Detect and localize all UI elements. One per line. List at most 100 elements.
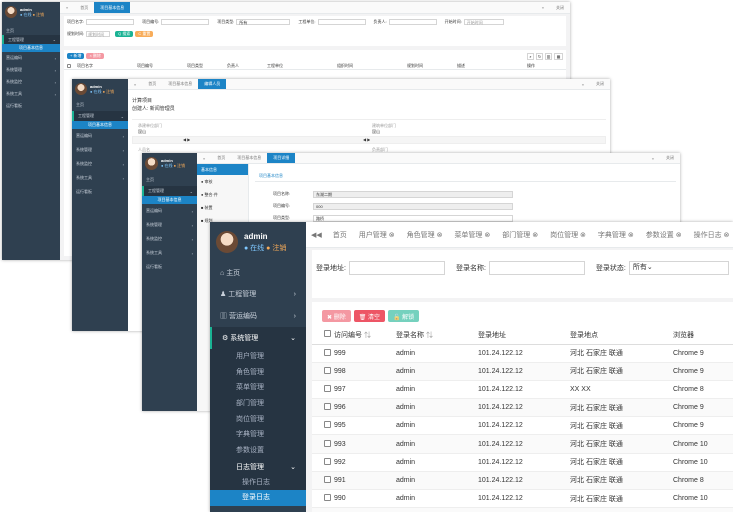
tab-prev-icon[interactable]: ◀◀ xyxy=(306,222,327,247)
menu-project[interactable]: ♟ 工程管理 › xyxy=(210,283,306,305)
logout-link[interactable]: ● 注销 xyxy=(103,89,115,94)
delete-button[interactable]: × 删除 xyxy=(86,53,104,59)
menu-system[interactable]: ⚙ 系统管理 ⌄ xyxy=(210,327,306,349)
table-row[interactable]: 989admin101.24.122.12河北 石家庄 联通Chrome 10 xyxy=(312,507,733,512)
name-input[interactable] xyxy=(86,19,135,25)
tab-dict[interactable]: 字典管理 ⊗ xyxy=(592,222,640,247)
menu-office[interactable]: 营运编码 › xyxy=(2,52,60,64)
submenu-oper-log[interactable]: 操作日志 xyxy=(210,475,306,491)
menu-monitor[interactable]: 系统监控 › xyxy=(142,232,197,246)
tab-menu[interactable]: 菜单管理 ⊗ xyxy=(448,222,496,247)
plan-time-input[interactable]: 规划时间 xyxy=(86,31,111,37)
logout-link[interactable]: ● 注销 xyxy=(33,12,45,17)
close-icon[interactable]: ⊗ xyxy=(628,231,634,239)
add-button[interactable]: + 新增 xyxy=(67,53,85,59)
row-checkbox[interactable] xyxy=(324,421,331,429)
tab-home[interactable]: 首页 xyxy=(327,222,353,247)
menu-office[interactable]: 营运编码 › xyxy=(72,129,128,143)
column-header[interactable]: 登录名称 ⇅ xyxy=(396,326,478,344)
submenu-menu[interactable]: 菜单管理 xyxy=(210,380,306,396)
close-icon[interactable]: ⊗ xyxy=(484,231,490,239)
menu-monitor[interactable]: 系统监控 › xyxy=(2,76,60,88)
logout-link[interactable]: ● 注销 xyxy=(174,163,186,168)
delete-button[interactable]: ✖ 删除 xyxy=(322,310,351,322)
columns-icon[interactable]: ▥ xyxy=(545,52,552,60)
menu-project-sub[interactable]: 项目基本信息 xyxy=(72,121,128,129)
grid-icon[interactable]: ▦ xyxy=(554,52,563,60)
column-header[interactable]: 访问编号 ⇅ xyxy=(334,326,396,344)
project-number-field[interactable]: 000 xyxy=(313,202,513,210)
detail-menu-item[interactable]: 基本信息 xyxy=(197,164,248,175)
tab-next-icon[interactable]: » xyxy=(646,153,660,163)
table-row[interactable]: 996 admin 101.24.122.12 河北 石家庄 联通 Chrome 9 xyxy=(312,398,733,417)
detail-menu-item[interactable]: ● 整合·件 xyxy=(197,188,248,201)
tab-oper-log[interactable]: 操作日志 ⊗ xyxy=(688,222,733,247)
menu-project-sub[interactable]: 项目基本信息 xyxy=(2,44,60,52)
search-icon[interactable]: ⌕ xyxy=(527,52,534,60)
menu-project[interactable]: 工程管理 ⌄ xyxy=(2,35,60,44)
owner-input[interactable] xyxy=(388,19,437,25)
table-row[interactable]: 990 admin 101.24.122.12 河北 石家庄 联通 Chrome 10 xyxy=(312,490,733,508)
submenu-login-log[interactable]: 登录日志 xyxy=(210,490,306,506)
close-ops-button[interactable]: 关闭 xyxy=(590,79,610,89)
menu-home[interactable]: 主页 xyxy=(72,99,128,111)
tab-edit[interactable]: 编辑人员 xyxy=(198,79,227,89)
close-ops-button[interactable]: 关闭 xyxy=(550,2,570,13)
menu-office[interactable]: ▥ 营运编码 › xyxy=(210,305,306,327)
select-all-checkbox[interactable] xyxy=(324,330,331,338)
search-button[interactable]: Q 搜索 xyxy=(115,31,134,37)
tab-dept[interactable]: 部门管理 ⊗ xyxy=(496,222,544,247)
menu-home[interactable]: 主页 xyxy=(2,26,60,35)
submenu-params[interactable]: 参数设置 xyxy=(210,443,306,459)
login-name-input[interactable] xyxy=(488,261,585,275)
tab-prev-icon[interactable]: « xyxy=(128,79,142,89)
tab-next-icon[interactable]: » xyxy=(576,79,590,89)
menu-system[interactable]: 系统管理 › xyxy=(142,218,197,232)
tab-post[interactable]: 岗位管理 ⊗ xyxy=(544,222,592,247)
row-checkbox[interactable] xyxy=(324,475,331,483)
table-row[interactable]: 993 admin 101.24.122.12 河北 石家庄 联通 Chrome 10 xyxy=(312,434,733,454)
close-icon[interactable]: ⊗ xyxy=(676,231,682,239)
tab-project-info[interactable]: 项目基本信息 xyxy=(94,2,131,13)
unit-input[interactable] xyxy=(317,19,366,25)
login-status-select[interactable]: 所有⌄ xyxy=(628,261,729,275)
menu-office[interactable]: 营运编码 › xyxy=(142,204,197,218)
menu-ops[interactable]: 运行看板 xyxy=(72,185,128,199)
menu-home[interactable]: 主页 xyxy=(142,174,197,186)
select-all-checkbox[interactable] xyxy=(67,63,71,68)
number-input[interactable] xyxy=(161,19,210,25)
menu-project[interactable]: 工程管理 ⌄ xyxy=(72,111,128,121)
menu-ops[interactable]: 运行看板 xyxy=(2,100,60,112)
menu-tools[interactable]: 系统工具 › xyxy=(72,171,128,185)
detail-menu-item[interactable]: ■ 装置 xyxy=(197,201,248,214)
menu-ops[interactable]: 运行看板 xyxy=(142,260,197,274)
type-select[interactable]: 所有 xyxy=(236,19,291,25)
row-checkbox[interactable] xyxy=(324,403,331,411)
row-checkbox[interactable] xyxy=(324,457,331,465)
clear-button[interactable]: 🗑 清空 xyxy=(353,310,385,322)
menu-home[interactable]: ⌂ 主页 xyxy=(210,262,306,283)
menu-system[interactable]: 系统管理 › xyxy=(2,64,60,76)
tab-project-info[interactable]: 项目基本信息 xyxy=(162,79,198,89)
menu-tools[interactable]: 系统工具 › xyxy=(142,246,197,260)
menu-tools[interactable]: 系统工具 › xyxy=(2,88,60,100)
close-icon[interactable]: ⊗ xyxy=(389,231,395,239)
tab-prev-icon[interactable]: « xyxy=(197,153,211,163)
menu-project[interactable]: 工程管理 ⌄ xyxy=(142,186,197,196)
unlock-button[interactable]: 🔓 解锁 xyxy=(388,310,420,322)
table-row[interactable]: 999 admin 101.24.122.12 河北 石家庄 联通 Chrome 9 xyxy=(312,344,733,363)
tab-home[interactable]: 首页 xyxy=(142,79,162,89)
refresh-icon[interactable]: ↻ xyxy=(536,52,543,60)
tab-user[interactable]: 用户管理 ⊗ xyxy=(353,222,401,247)
login-addr-input[interactable] xyxy=(348,261,445,275)
tab-prev-icon[interactable]: « xyxy=(60,2,74,13)
submenu-log[interactable]: 日志管理 ⌄ xyxy=(210,459,306,475)
tab-params[interactable]: 参数设置 ⊗ xyxy=(640,222,688,247)
row-checkbox[interactable] xyxy=(324,366,331,374)
detail-menu-item[interactable]: ● 审核 xyxy=(197,175,248,188)
tab-project-info[interactable]: 项目基本信息 xyxy=(231,153,267,163)
row-checkbox[interactable] xyxy=(324,384,331,392)
submenu-dept[interactable]: 部门管理 xyxy=(210,396,306,412)
menu-project-sub[interactable]: 项目基本信息 xyxy=(142,196,197,204)
tab-role[interactable]: 角色管理 ⊗ xyxy=(401,222,449,247)
